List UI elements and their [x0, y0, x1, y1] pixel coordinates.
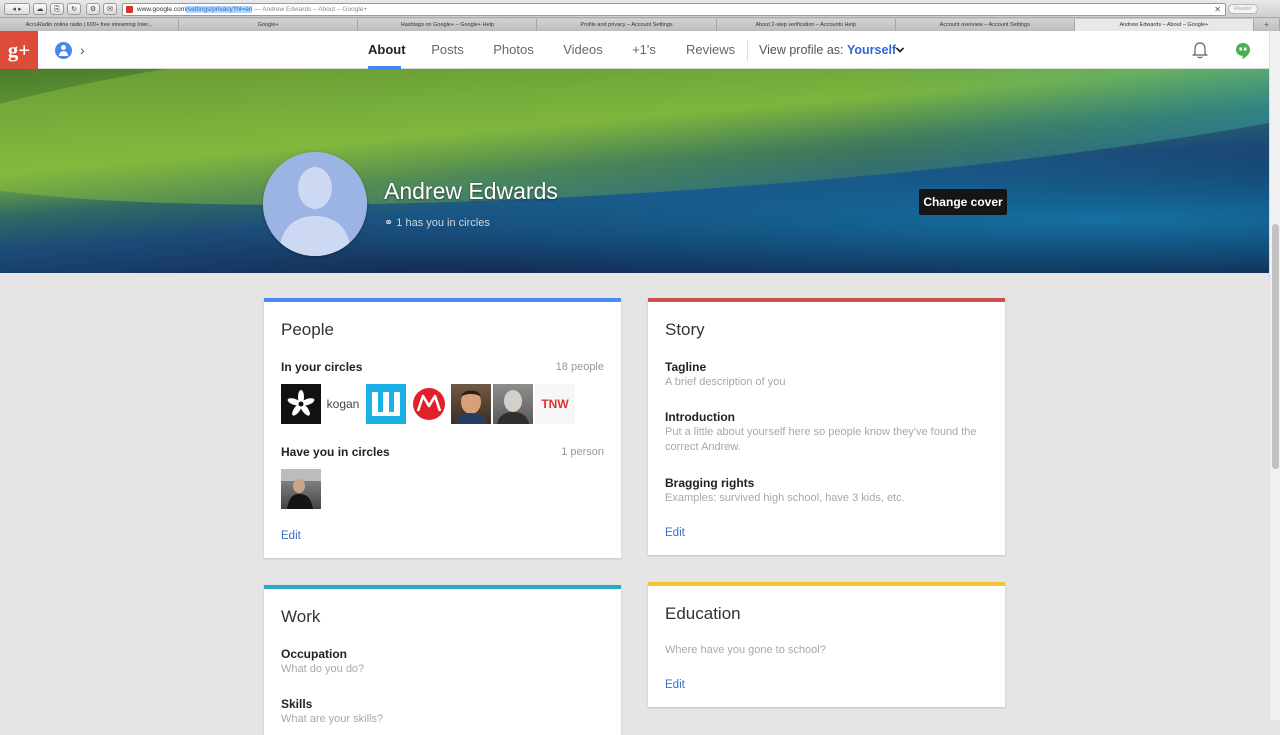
have-you-count[interactable]: 1 person	[561, 446, 604, 458]
story-edit-link[interactable]: Edit	[665, 527, 685, 539]
browser-tab[interactable]: About 2-step verification – Accounts Hel…	[716, 19, 896, 31]
occupation-label: Occupation	[281, 647, 348, 661]
browser-tab[interactable]: AccuRadio online radio | 600+ free strea…	[0, 19, 180, 31]
skills-label: Skills	[281, 697, 313, 711]
story-title: Story	[665, 320, 705, 339]
circles-info[interactable]: ⚭ 1 has you in circles	[384, 216, 490, 229]
education-value[interactable]: Where have you gone to school?	[665, 643, 826, 658]
people-card: People In your circles 18 people kogan T…	[264, 298, 621, 558]
story-card: Story Tagline A brief description of you…	[648, 298, 1005, 555]
circle-member-adafruit[interactable]	[281, 384, 321, 424]
profile-photo[interactable]	[263, 152, 367, 256]
person-photo-icon	[455, 390, 487, 424]
browser-tab[interactable]: Hashtags on Google+ – Google+ Help	[358, 19, 538, 31]
education-title: Education	[665, 604, 741, 623]
browser-tab[interactable]: Account overview – Account Settings	[895, 19, 1075, 31]
people-edit-link[interactable]: Edit	[281, 530, 301, 542]
reload-icon[interactable]: ↻	[67, 3, 81, 15]
view-profile-label: View profile as:	[759, 43, 844, 57]
people-title: People	[281, 320, 334, 339]
notifications-bell-icon[interactable]	[1191, 41, 1209, 60]
work-card: Work Occupation What do you do? Skills W…	[264, 585, 621, 735]
browser-tab-active[interactable]: Andrew Edwards – About – Google+	[1074, 19, 1254, 31]
share-icon[interactable]: ⎘	[50, 3, 64, 15]
have-you-label: Have you in circles	[281, 445, 390, 459]
circles-text: 1 has you in circles	[396, 217, 490, 229]
url-page-title: — Andrew Edwards – About – Google+	[254, 6, 368, 13]
browser-toolbar: ◂ ▸ ☁ ⎘ ↻ ⚙ ✉ www.google.com/settings/pr…	[0, 0, 1280, 18]
adafruit-logo-icon	[287, 390, 315, 416]
in-circles-label: In your circles	[281, 360, 363, 374]
bookmark-icon[interactable]: ✉	[103, 3, 117, 15]
motorola-logo-icon	[413, 388, 445, 420]
default-avatar-icon	[263, 152, 367, 256]
tab-reviews[interactable]: Reviews	[686, 31, 735, 69]
profile-avatar-icon[interactable]	[55, 42, 72, 59]
back-forward-buttons[interactable]: ◂ ▸	[4, 3, 30, 15]
gplus-logo[interactable]: g+	[0, 31, 38, 69]
circle-member-person-2[interactable]	[493, 384, 533, 424]
chevron-down-icon[interactable]	[895, 45, 905, 55]
circle-member-kogan[interactable]: kogan	[323, 384, 363, 424]
scrollbar-thumb[interactable]	[1272, 224, 1279, 469]
icloud-icon[interactable]: ☁	[33, 3, 47, 15]
in-circles-count[interactable]: 18 people	[556, 361, 604, 373]
tagline-value[interactable]: A brief description of you	[665, 375, 785, 390]
tab-bar: AccuRadio online radio | 600+ free strea…	[0, 18, 1280, 31]
browser-tab[interactable]: Google+	[179, 19, 359, 31]
education-card: Education Where have you gone to school?…	[648, 582, 1005, 707]
url-host: www.google.com	[137, 6, 187, 13]
tagline-label: Tagline	[665, 360, 707, 374]
gplus-header: g+ › About Posts Photos Videos +1's Revi…	[0, 31, 1269, 69]
tab-plus-ones[interactable]: +1's	[631, 31, 657, 69]
view-profile-dropdown[interactable]: Yourself	[847, 31, 896, 69]
person-photo-icon	[281, 469, 321, 509]
work-title: Work	[281, 607, 321, 626]
wuaki-logo-icon	[372, 392, 400, 416]
page-scrollbar[interactable]	[1269, 31, 1280, 720]
cover-decoration	[0, 69, 1269, 245]
person-photo-icon	[497, 390, 529, 424]
introduction-label: Introduction	[665, 410, 735, 424]
story-card-accent	[648, 298, 1005, 302]
tab-videos[interactable]: Videos	[563, 31, 603, 69]
header-divider	[747, 41, 748, 61]
tab-about[interactable]: About	[368, 31, 406, 69]
browser-tab[interactable]: Profile and privacy – Account Settings	[537, 19, 717, 31]
follower-photo[interactable]	[281, 469, 321, 509]
address-bar[interactable]: www.google.com/settings/privacy?hl=en — …	[122, 3, 1226, 16]
cover-photo	[0, 69, 1269, 273]
occupation-value[interactable]: What do you do?	[281, 662, 364, 677]
profile-name: Andrew Edwards	[384, 178, 558, 204]
circle-member-wuaki[interactable]	[366, 384, 406, 424]
tab-posts[interactable]: Posts	[431, 31, 464, 69]
circle-member-tnw[interactable]: TNW	[535, 384, 575, 424]
chevron-right-icon[interactable]: ›	[80, 41, 85, 59]
work-card-accent	[264, 585, 621, 589]
bragging-rights-label: Bragging rights	[665, 476, 755, 490]
education-edit-link[interactable]: Edit	[665, 679, 685, 691]
reader-button[interactable]: Reader	[1228, 4, 1258, 14]
introduction-value[interactable]: Put a little about yourself here so peop…	[665, 425, 995, 455]
bragging-rights-value[interactable]: Examples: survived high school, have 3 k…	[665, 491, 905, 506]
url-path: /settings/privacy?hl=en	[186, 6, 253, 13]
hangouts-icon[interactable]	[1235, 42, 1251, 60]
circles-icon: ⚭	[384, 217, 394, 229]
change-cover-button[interactable]: Change cover	[919, 189, 1007, 215]
tab-photos[interactable]: Photos	[493, 31, 534, 69]
extension-icon[interactable]: ⚙	[86, 3, 100, 15]
education-card-accent	[648, 582, 1005, 586]
people-card-accent	[264, 298, 621, 302]
circle-member-motorola[interactable]	[409, 384, 449, 424]
stop-icon[interactable]: ✕	[1214, 4, 1221, 15]
favicon-icon	[126, 6, 133, 13]
circle-member-person-1[interactable]	[451, 384, 491, 424]
new-tab-button[interactable]: +	[1253, 19, 1280, 31]
